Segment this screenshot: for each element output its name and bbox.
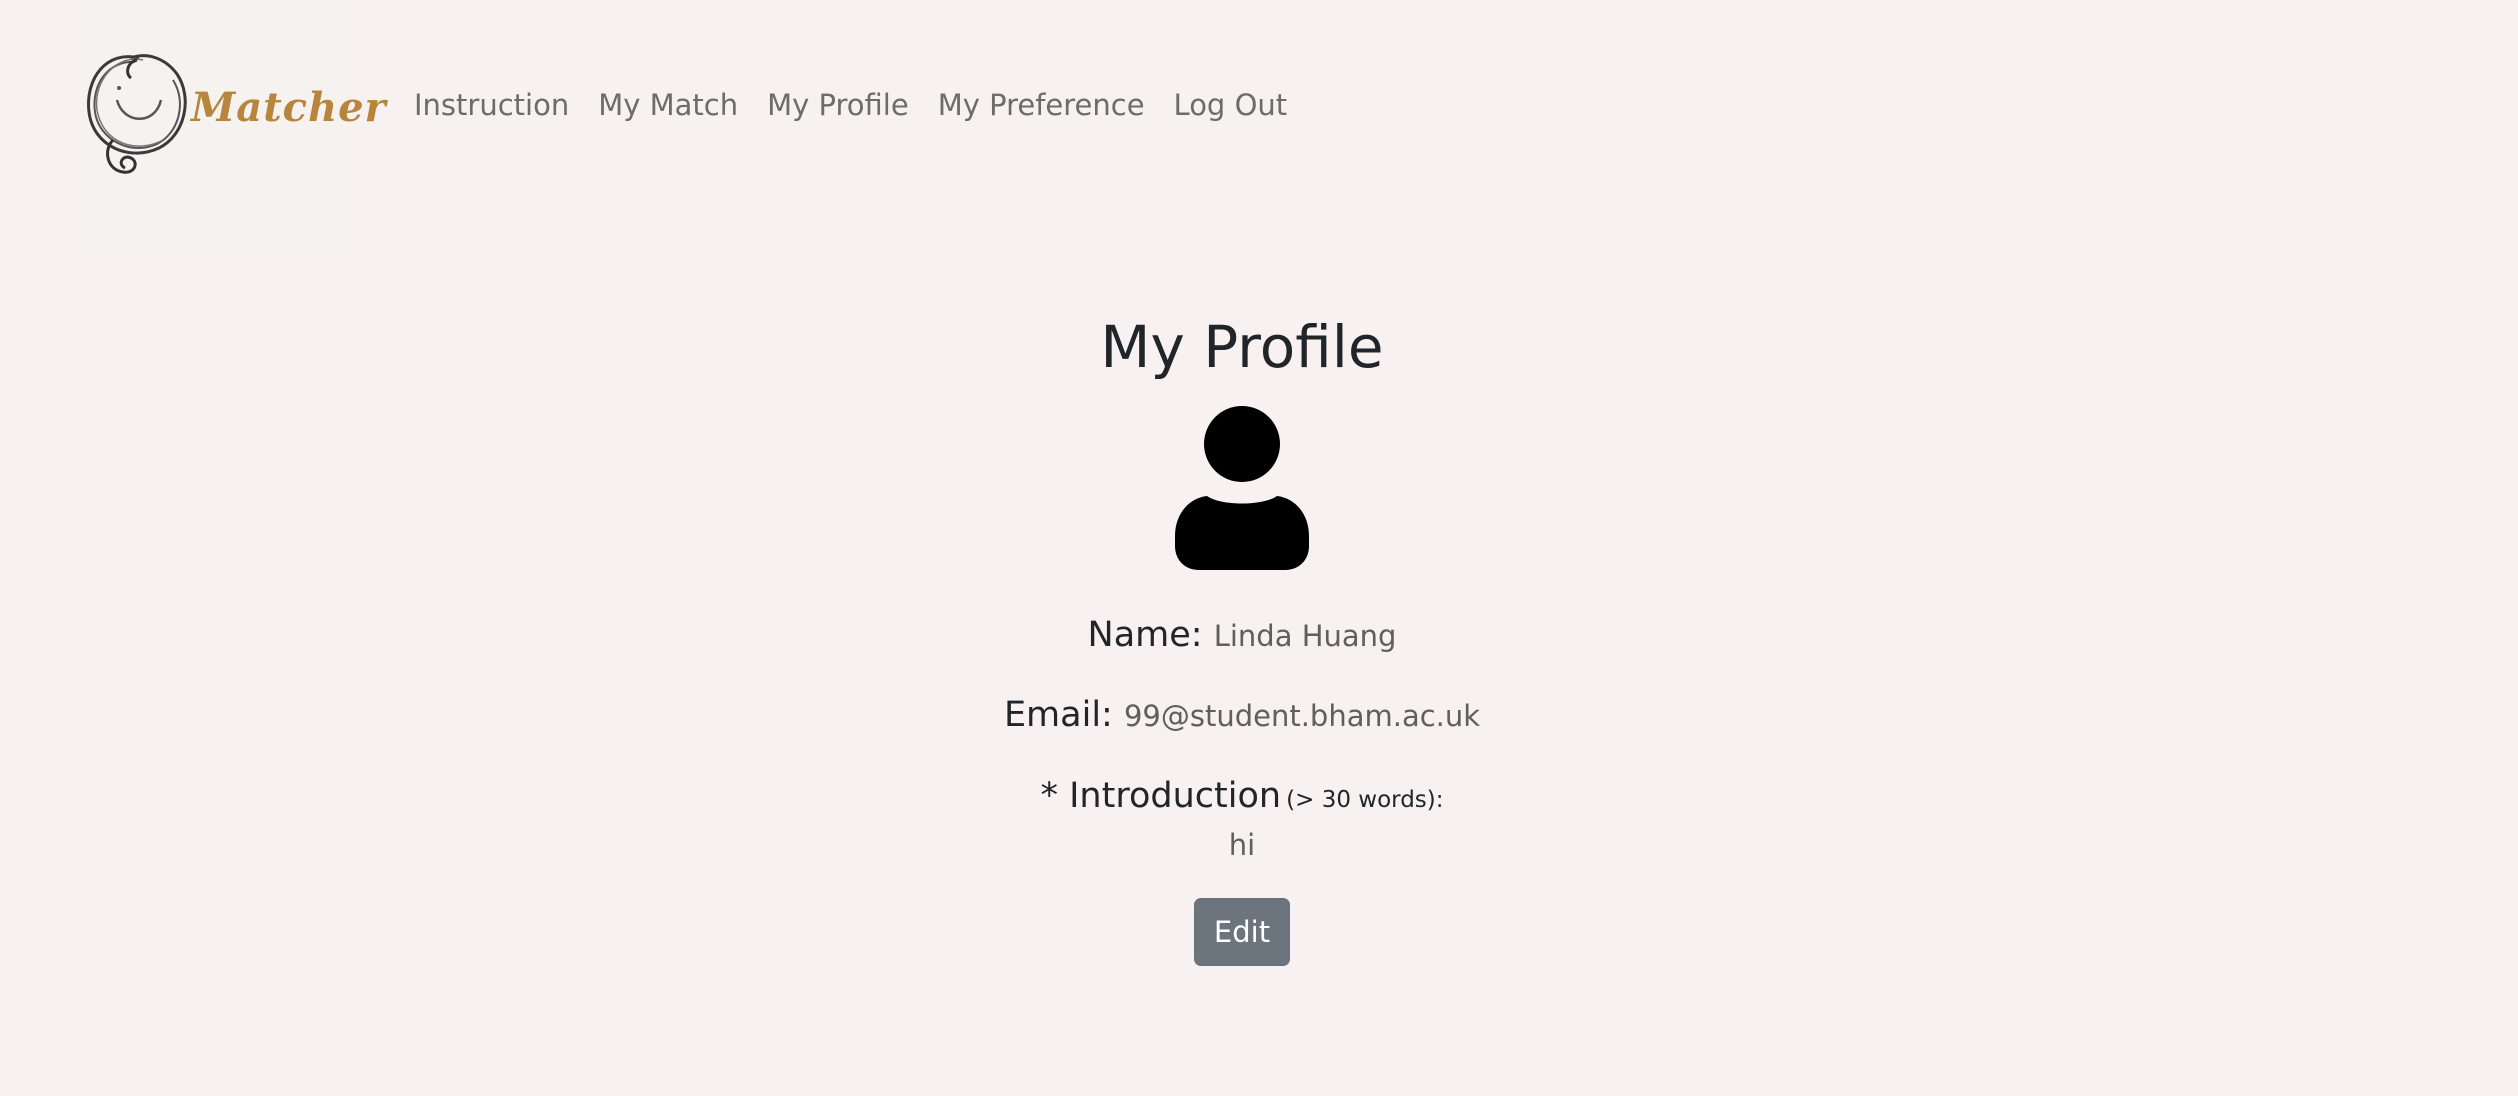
email-row: Email: 99@student.bham.ac.uk — [0, 695, 2484, 735]
user-icon — [1175, 406, 1309, 570]
logo[interactable]: Matcher — [77, 0, 386, 250]
introduction-label: * Introduction — [1040, 776, 1282, 816]
name-value: Linda Huang — [1213, 619, 1397, 653]
nav-item-my-preference[interactable]: My Preference — [938, 88, 1145, 122]
nav-item-my-profile[interactable]: My Profile — [767, 88, 909, 122]
introduction-value: hi — [1228, 828, 1256, 862]
brand-name: Matcher — [191, 84, 387, 131]
email-value: 99@student.bham.ac.uk — [1123, 699, 1481, 733]
smiley-circle-logo-icon — [87, 54, 187, 174]
navbar: Matcher Instruction My Match My Profile … — [0, 0, 2518, 250]
nav-item-my-match[interactable]: My Match — [598, 88, 738, 122]
page-title: My Profile — [1100, 313, 1384, 381]
name-row: Name: Linda Huang — [0, 615, 2484, 655]
nav-menu: Instruction My Match My Profile My Prefe… — [414, 88, 1316, 122]
email-label: Email: — [1003, 695, 1113, 735]
introduction-row: * Introduction (> 30 words): — [0, 776, 2484, 816]
name-label: Name: — [1087, 615, 1203, 655]
introduction-note: (> 30 words): — [1286, 787, 1444, 813]
nav-item-log-out[interactable]: Log Out — [1174, 88, 1288, 122]
nav-item-instruction[interactable]: Instruction — [414, 88, 569, 122]
edit-button[interactable]: Edit — [1194, 898, 1290, 966]
